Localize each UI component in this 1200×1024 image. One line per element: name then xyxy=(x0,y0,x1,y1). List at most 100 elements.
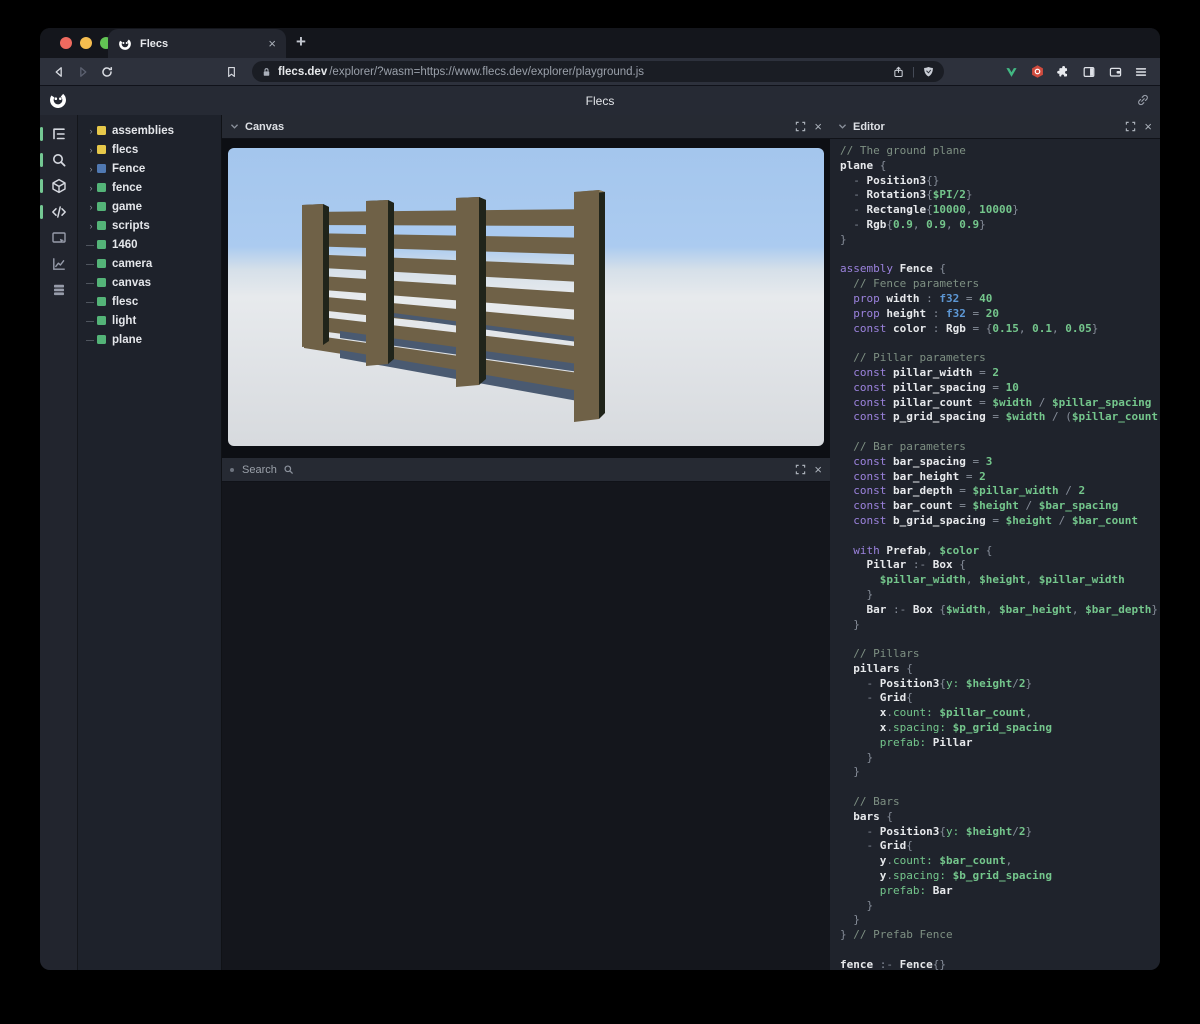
code-line: plane { xyxy=(840,159,1160,174)
entity-color-square xyxy=(97,145,106,154)
collapsed-dot-icon[interactable] xyxy=(230,468,234,472)
tab-title: Flecs xyxy=(140,38,260,50)
code-line: const b_grid_spacing = $height / $bar_co… xyxy=(840,514,1160,529)
content-area: ›assemblies›flecs›Fence›fence›game›scrip… xyxy=(40,115,1160,970)
share-icon[interactable] xyxy=(892,65,905,79)
tree-item-flesc[interactable]: flesc xyxy=(78,292,221,311)
tree-item-plane[interactable]: plane xyxy=(78,330,221,349)
reload-icon[interactable] xyxy=(98,64,116,80)
url-path: /explorer/?wasm=https://www.flecs.dev/ex… xyxy=(329,66,886,78)
code-line: // The ground plane xyxy=(840,144,1160,159)
extension-badge-icon[interactable] xyxy=(1028,64,1046,80)
3d-viewport[interactable] xyxy=(228,148,824,446)
expand-chevron-icon[interactable]: › xyxy=(85,145,97,155)
close-panel-icon[interactable]: × xyxy=(814,120,822,133)
entity-color-square xyxy=(97,335,106,344)
search-magnifier-icon xyxy=(283,464,294,475)
minimize-window-button[interactable] xyxy=(80,37,92,49)
close-panel-icon[interactable]: × xyxy=(814,463,822,476)
rail-screen-icon[interactable] xyxy=(40,225,77,251)
search-panel-header: Search × xyxy=(222,458,830,482)
entity-color-square xyxy=(97,183,106,192)
entity-color-square xyxy=(97,202,106,211)
code-line: y.count: $bar_count, xyxy=(840,854,1160,869)
expand-chevron-icon[interactable]: › xyxy=(85,164,97,174)
fullscreen-icon[interactable] xyxy=(1125,121,1136,132)
expand-chevron-icon[interactable]: › xyxy=(85,183,97,193)
browser-tab[interactable]: Flecs × xyxy=(108,29,286,58)
tree-item-Fence[interactable]: ›Fence xyxy=(78,159,221,178)
tab-strip: Flecs × + xyxy=(40,28,1160,58)
tree-item-fence[interactable]: › fence xyxy=(78,178,221,197)
rail-code-icon[interactable] xyxy=(40,199,77,225)
center-column: Canvas × xyxy=(222,115,830,970)
entity-label: camera xyxy=(112,258,152,270)
tree-item-assemblies[interactable]: ›assemblies xyxy=(78,121,221,140)
code-line: - Position3{} xyxy=(840,174,1160,189)
app-header: Flecs xyxy=(40,85,1160,115)
expand-chevron-icon[interactable]: › xyxy=(85,202,97,212)
rail-stack-icon[interactable] xyxy=(40,277,77,303)
search-panel-body[interactable] xyxy=(222,482,830,970)
forward-icon[interactable] xyxy=(74,64,92,80)
back-icon[interactable] xyxy=(50,64,68,80)
chevron-down-icon[interactable] xyxy=(838,123,847,130)
code-line: } xyxy=(840,233,1160,248)
code-line: Bar :- Box {$width, $bar_height, $bar_de… xyxy=(840,603,1160,618)
tab-close-icon[interactable]: × xyxy=(268,37,276,50)
share-link-icon[interactable] xyxy=(1136,93,1150,107)
code-line: bars { xyxy=(840,810,1160,825)
entity-color-square xyxy=(97,278,106,287)
traffic-lights xyxy=(60,37,112,49)
brave-shield-icon[interactable] xyxy=(922,65,935,79)
code-line: prefab: Pillar xyxy=(840,736,1160,751)
entity-label: light xyxy=(112,315,136,327)
code-line: const pillar_width = 2 xyxy=(840,366,1160,381)
wallet-icon[interactable] xyxy=(1106,64,1124,80)
expand-chevron-icon[interactable]: › xyxy=(85,126,97,136)
bookmark-icon[interactable] xyxy=(222,64,240,80)
code-line: } xyxy=(840,751,1160,766)
rail-chart-icon[interactable] xyxy=(40,251,77,277)
code-editor[interactable]: // The ground planeplane { - Position3{}… xyxy=(830,139,1160,970)
code-line: // Bar parameters xyxy=(840,440,1160,455)
sidebar-panel-icon[interactable] xyxy=(1080,64,1098,80)
rail-search-icon[interactable] xyxy=(40,147,77,173)
tree-item-scripts[interactable]: ›scripts xyxy=(78,216,221,235)
new-tab-button[interactable]: + xyxy=(296,32,306,52)
chevron-down-icon[interactable] xyxy=(230,123,239,130)
tree-item-game[interactable]: › game xyxy=(78,197,221,216)
tree-item-light[interactable]: light xyxy=(78,311,221,330)
extensions-puzzle-icon[interactable] xyxy=(1054,64,1072,80)
close-window-button[interactable] xyxy=(60,37,72,49)
code-line xyxy=(840,248,1160,263)
menu-hamburger-icon[interactable] xyxy=(1132,64,1150,80)
code-line xyxy=(840,780,1160,795)
tree-item-flecs[interactable]: ›flecs xyxy=(78,140,221,159)
code-line: - Grid{ xyxy=(840,839,1160,854)
rail-cube-icon[interactable] xyxy=(40,173,77,199)
code-line: } // Prefab Fence xyxy=(840,928,1160,943)
tree-item-canvas[interactable]: canvas xyxy=(78,273,221,292)
tree-item-1460[interactable]: 1460 xyxy=(78,235,221,254)
url-bar[interactable]: flecs.dev /explorer/?wasm=https://www.fl… xyxy=(252,61,944,82)
fullscreen-icon[interactable] xyxy=(795,464,806,475)
entity-label: game xyxy=(112,201,142,213)
editor-panel: Editor × // The ground planeplane { - Po… xyxy=(830,115,1160,970)
code-line: Pillar :- Box { xyxy=(840,558,1160,573)
expand-chevron-icon[interactable]: › xyxy=(85,221,97,231)
entity-color-square xyxy=(97,297,106,306)
fullscreen-icon[interactable] xyxy=(795,121,806,132)
tab-favicon-flecs-icon xyxy=(118,37,132,51)
canvas-panel-title: Canvas xyxy=(245,121,284,133)
entity-label: fence xyxy=(112,182,142,194)
active-indicator xyxy=(40,205,43,219)
code-line: x.count: $pillar_count, xyxy=(840,706,1160,721)
url-divider: | xyxy=(912,66,915,78)
tree-item-camera[interactable]: camera xyxy=(78,254,221,273)
close-panel-icon[interactable]: × xyxy=(1144,120,1152,133)
entity-label: canvas xyxy=(112,277,151,289)
code-line: prop height : f32 = 20 xyxy=(840,307,1160,322)
rail-tree-icon[interactable] xyxy=(40,121,77,147)
vue-devtools-icon[interactable] xyxy=(1002,64,1020,80)
